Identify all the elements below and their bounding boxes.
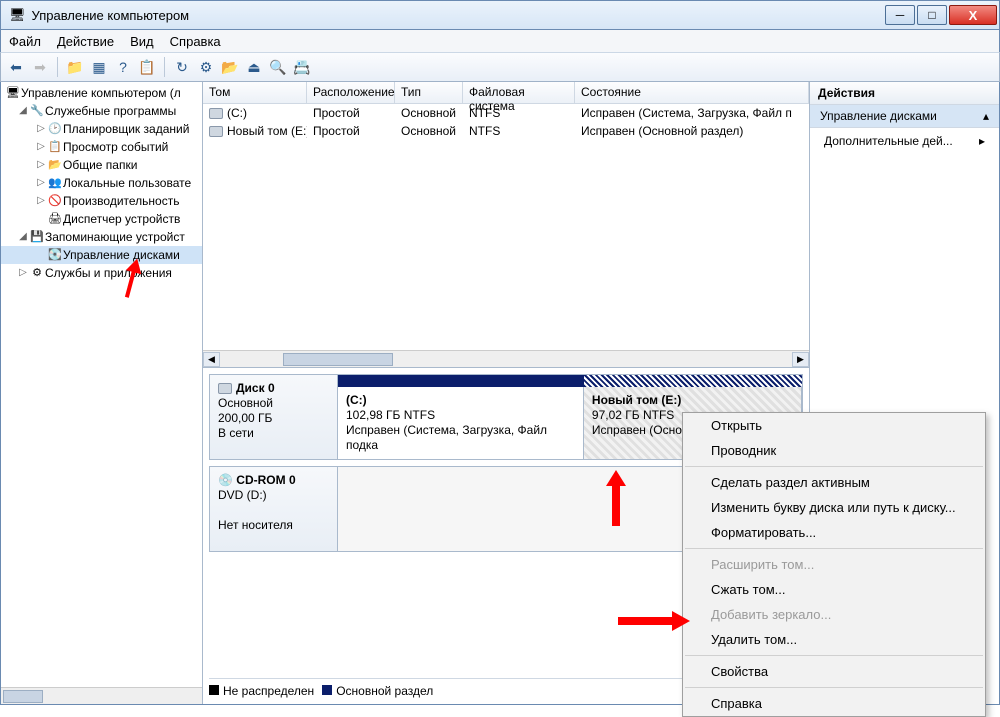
cdrom-label[interactable]: 💿 CD-ROM 0 DVD (D:) Нет носителя bbox=[210, 467, 338, 551]
cdrom-icon: 💿 bbox=[218, 473, 233, 487]
search-button[interactable]: 🔍 bbox=[267, 56, 289, 78]
collapse-icon: ▴ bbox=[983, 109, 989, 123]
annotation-arrow-2 bbox=[596, 470, 636, 526]
menu-bar: Файл Действие Вид Справка bbox=[0, 30, 1000, 52]
context-menu: Открыть Проводник Сделать раздел активны… bbox=[682, 412, 986, 717]
tree-services-apps[interactable]: ▷⚙Службы и приложения bbox=[1, 264, 202, 282]
app-icon: 🖥 bbox=[9, 7, 26, 23]
tree-shared-folders[interactable]: ▷📂Общие папки bbox=[1, 156, 202, 174]
close-button[interactable]: X bbox=[949, 5, 997, 25]
minimize-button[interactable]: ─ bbox=[885, 5, 915, 25]
volume-list: Том Расположение Тип Файловая система Со… bbox=[203, 82, 809, 368]
ctx-open[interactable]: Открыть bbox=[683, 413, 985, 438]
menu-action[interactable]: Действие bbox=[57, 34, 114, 49]
actions-more[interactable]: Дополнительные дей...▸ bbox=[810, 128, 999, 154]
tree-storage[interactable]: ◢💾Запоминающие устройст bbox=[1, 228, 202, 246]
list-button[interactable]: 📇 bbox=[291, 56, 313, 78]
title-bar: 🖥 Управление компьютером ─ □ X bbox=[0, 0, 1000, 30]
col-layout[interactable]: Расположение bbox=[307, 82, 395, 103]
tree-system-tools[interactable]: ◢🔧Служебные программы bbox=[1, 102, 202, 120]
ctx-shrink[interactable]: Сжать том... bbox=[683, 577, 985, 602]
tree-event-viewer[interactable]: ▷📋Просмотр событий bbox=[1, 138, 202, 156]
actions-title: Действия bbox=[810, 82, 999, 105]
ctx-extend: Расширить том... bbox=[683, 552, 985, 577]
ctx-change-letter[interactable]: Изменить букву диска или путь к диску... bbox=[683, 495, 985, 520]
list-row[interactable]: (C:)ПростойОсновнойNTFSИсправен (Система… bbox=[203, 104, 809, 122]
col-volume[interactable]: Том bbox=[203, 82, 307, 103]
partition-c[interactable]: (C:) 102,98 ГБ NTFS Исправен (Система, З… bbox=[338, 387, 584, 459]
ctx-help[interactable]: Справка bbox=[683, 691, 985, 716]
tree-disk-management[interactable]: 💽Управление дисками bbox=[1, 246, 202, 264]
ctx-make-active[interactable]: Сделать раздел активным bbox=[683, 470, 985, 495]
back-button[interactable]: ⬅ bbox=[5, 56, 27, 78]
ctx-mirror: Добавить зеркало... bbox=[683, 602, 985, 627]
forward-button[interactable]: ➡ bbox=[29, 56, 51, 78]
tree-task-scheduler[interactable]: ▷🕑Планировщик заданий bbox=[1, 120, 202, 138]
tree-root[interactable]: 🖥Управление компьютером (л bbox=[1, 84, 202, 102]
menu-help[interactable]: Справка bbox=[170, 34, 221, 49]
annotation-arrow-3 bbox=[618, 609, 690, 633]
list-hscrollbar[interactable]: ◀▶ bbox=[203, 350, 809, 367]
up-button[interactable]: 📁 bbox=[64, 56, 86, 78]
col-status[interactable]: Состояние bbox=[575, 82, 809, 103]
col-type[interactable]: Тип bbox=[395, 82, 463, 103]
maximize-button[interactable]: □ bbox=[917, 5, 947, 25]
ctx-explorer[interactable]: Проводник bbox=[683, 438, 985, 463]
refresh-button[interactable]: ↻ bbox=[171, 56, 193, 78]
list-row[interactable]: Новый том (E:)ПростойОсновнойNTFSИсправе… bbox=[203, 122, 809, 140]
rescan-button[interactable]: ⚙ bbox=[195, 56, 217, 78]
chevron-right-icon: ▸ bbox=[979, 134, 985, 148]
col-fs[interactable]: Файловая система bbox=[463, 82, 575, 103]
disk-icon bbox=[218, 383, 232, 394]
ctx-properties[interactable]: Свойства bbox=[683, 659, 985, 684]
menu-file[interactable]: Файл bbox=[9, 34, 41, 49]
properties-button[interactable]: ? bbox=[112, 56, 134, 78]
ctx-delete-volume[interactable]: Удалить том... bbox=[683, 627, 985, 652]
tree-performance[interactable]: ▷🚫Производительность bbox=[1, 192, 202, 210]
tree-hscrollbar[interactable] bbox=[1, 687, 202, 704]
eject-button[interactable]: ⏏ bbox=[243, 56, 265, 78]
toolbar: ⬅ ➡ 📁 ▦ ? 📋 ↻ ⚙ 📂 ⏏ 🔍 📇 bbox=[0, 52, 1000, 82]
show-hide-tree-button[interactable]: ▦ bbox=[88, 56, 110, 78]
actions-section[interactable]: Управление дисками▴ bbox=[810, 105, 999, 128]
annotation-arrow-1 bbox=[112, 258, 152, 298]
help-button[interactable]: 📋 bbox=[136, 56, 158, 78]
tree-pane: 🖥Управление компьютером (л ◢🔧Служебные п… bbox=[1, 82, 203, 704]
disk-0-label[interactable]: Диск 0 Основной 200,00 ГБ В сети bbox=[210, 375, 338, 459]
window-title: Управление компьютером bbox=[32, 8, 885, 23]
menu-view[interactable]: Вид bbox=[130, 34, 154, 49]
settings-button[interactable]: 📂 bbox=[219, 56, 241, 78]
tree-local-users[interactable]: ▷👥Локальные пользовате bbox=[1, 174, 202, 192]
ctx-format[interactable]: Форматировать... bbox=[683, 520, 985, 545]
list-header: Том Расположение Тип Файловая система Со… bbox=[203, 82, 809, 104]
tree-device-manager[interactable]: 🖨Диспетчер устройств bbox=[1, 210, 202, 228]
